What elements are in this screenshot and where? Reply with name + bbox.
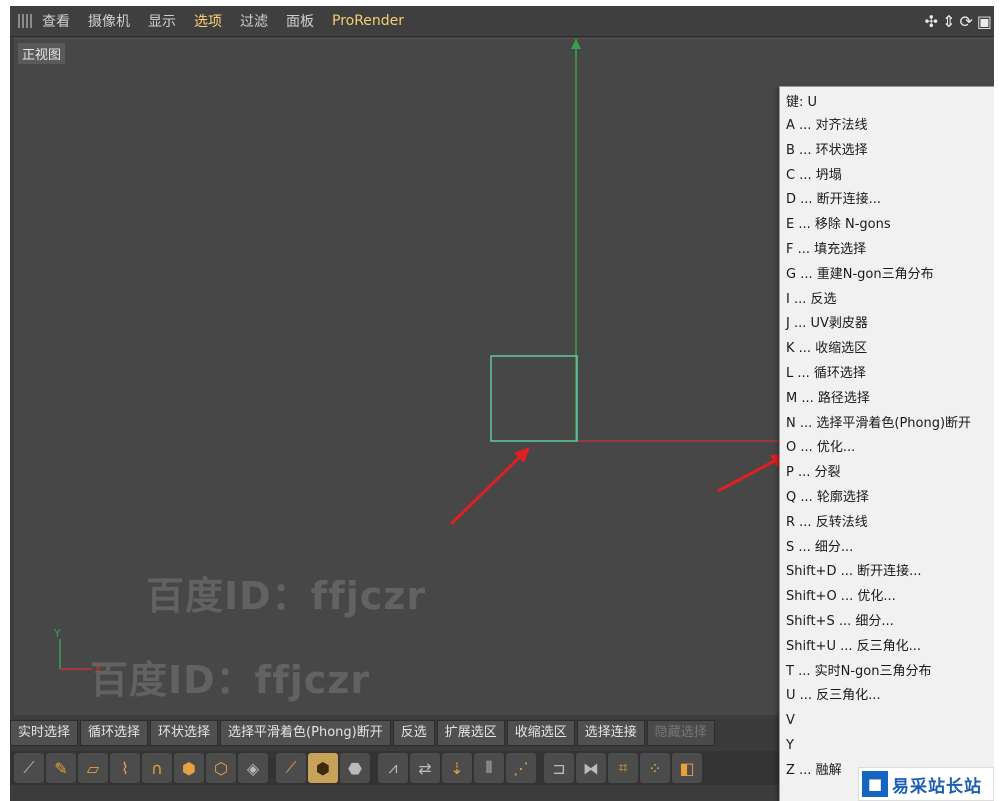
- selected-polygon[interactable]: [490, 355, 578, 442]
- grip-icon[interactable]: [18, 14, 32, 28]
- menu-display[interactable]: 显示: [148, 11, 176, 31]
- shortcut-item[interactable]: L ... 循环选择: [786, 363, 866, 385]
- extra-tool-icon[interactable]: ◧: [672, 753, 702, 783]
- rotate-view-icon[interactable]: ⟳: [959, 12, 972, 31]
- terrain-tool-icon[interactable]: ⩘: [378, 753, 408, 783]
- shortcut-item[interactable]: Q ... 轮廓选择: [786, 487, 869, 509]
- shortcut-item[interactable]: B ... 环状选择: [786, 140, 868, 162]
- move-view-icon[interactable]: ✣: [925, 12, 938, 31]
- selection-toolbar: 实时选择 循环选择 环状选择 选择平滑着色(Phong)断开 反选 扩展选区 收…: [10, 719, 780, 747]
- shortcut-item[interactable]: V: [786, 710, 795, 732]
- popup-key-title: 键: U: [786, 95, 818, 110]
- slide-tool-icon[interactable]: ⇣: [442, 753, 472, 783]
- line-tool-icon[interactable]: ⟋: [14, 753, 44, 783]
- shortcut-item[interactable]: Shift+O ... 优化...: [786, 586, 896, 608]
- shortcut-item[interactable]: P ... 分裂: [786, 462, 841, 484]
- ring-selection-button[interactable]: 环状选择: [150, 720, 219, 746]
- polygon-mode-icon[interactable]: ⬢: [308, 753, 338, 783]
- cube-tool-icon[interactable]: ◈: [238, 753, 268, 783]
- viewport-menubar: 查看 摄像机 显示 选项 过滤 面板 ProRender ✣ ⇕ ⟳ ▣: [10, 6, 994, 37]
- watermark-2: 百度ID：ffjczr: [90, 658, 371, 702]
- shortcut-item[interactable]: O ... 优化...: [786, 437, 855, 459]
- shortcut-item[interactable]: Shift+D ... 断开连接...: [786, 561, 922, 583]
- watermark-1: 百度ID：ffjczr: [146, 574, 427, 618]
- shortcut-item[interactable]: F ... 填充选择: [786, 239, 866, 261]
- shortcut-item[interactable]: Z ... 融解: [786, 760, 842, 782]
- shortcut-item[interactable]: E ... 移除 N-gons: [786, 214, 891, 236]
- site-logo-text: 易采站长站: [892, 776, 982, 797]
- site-logo-icon: ■: [862, 771, 888, 797]
- shortcut-item[interactable]: Shift+S ... 细分...: [786, 611, 894, 633]
- shortcut-item[interactable]: T ... 实时N-gon三角分布: [786, 661, 931, 683]
- mirror-tool-icon[interactable]: ⧓: [576, 753, 606, 783]
- menu-prorender[interactable]: ProRender: [332, 13, 404, 29]
- bridge-tool-icon[interactable]: ⊐: [544, 753, 574, 783]
- shortcut-item[interactable]: A ... 对齐法线: [786, 115, 868, 137]
- annotation-arrow-right: [717, 455, 783, 493]
- phong-break-selection-button[interactable]: 选择平滑着色(Phong)断开: [220, 720, 391, 746]
- shortcut-item[interactable]: I ... 反选: [786, 289, 837, 311]
- view-nav-icons: ✣ ⇕ ⟳ ▣: [925, 12, 992, 31]
- annotation-arrow-left: [449, 449, 528, 526]
- menu-options[interactable]: 选项: [194, 11, 222, 31]
- shortcut-popup: 键: U A ... 对齐法线 B ... 环状选择 C ... 坍塌 D ... 断…: [779, 86, 994, 801]
- zoom-view-icon[interactable]: ⇕: [942, 12, 955, 31]
- tools-toolbar: ⟋ ✎ ▱ ⌇ ∩ ⬢ ⬡ ◈ ⟋ ⬢ ⬣ ⩘ ⇄ ⇣ ⫴ ⋰ ⊐ ⧓ ⌗ ⁘ …: [10, 751, 780, 785]
- shortcut-item[interactable]: C ... 坍塌: [786, 165, 842, 187]
- shortcut-item[interactable]: J ... UV剥皮器: [786, 313, 868, 335]
- hide-selection-button[interactable]: 隐藏选择: [646, 720, 715, 746]
- shortcut-item[interactable]: G ... 重建N-gon三角分布: [786, 264, 934, 286]
- y-axis-arrowhead: [571, 39, 581, 49]
- grow-selection-button[interactable]: 扩展选区: [436, 720, 505, 746]
- flatten-tool-icon[interactable]: ▱: [78, 753, 108, 783]
- shortcut-item[interactable]: R ... 反转法线: [786, 512, 868, 534]
- live-selection-button[interactable]: 实时选择: [10, 720, 79, 746]
- shrink-selection-button[interactable]: 收缩选区: [506, 720, 575, 746]
- menu-filter[interactable]: 过滤: [240, 11, 268, 31]
- weld-tool-icon[interactable]: ⇄: [410, 753, 440, 783]
- site-logo: ■ 易采站长站: [858, 767, 994, 801]
- axis-tool-icon[interactable]: ⌗: [608, 753, 638, 783]
- shortcut-item[interactable]: U ... 反三角化...: [786, 685, 881, 707]
- gizmo-y-label: Y: [53, 627, 61, 640]
- dots-tool-icon[interactable]: ⋰: [506, 753, 536, 783]
- align-tool-icon[interactable]: ⫴: [474, 753, 504, 783]
- grid-points-tool-icon[interactable]: ⁘: [640, 753, 670, 783]
- knife-tool-icon[interactable]: ⌇: [110, 753, 140, 783]
- shortcut-item[interactable]: Shift+U ... 反三角化...: [786, 636, 921, 658]
- menu-view[interactable]: 查看: [42, 11, 70, 31]
- brush-tool-icon[interactable]: ✎: [46, 753, 76, 783]
- invert-selection-button[interactable]: 反选: [392, 720, 435, 746]
- cinema4d-window: 查看 摄像机 显示 选项 过滤 面板 ProRender ✣ ⇕ ⟳ ▣ 正视图…: [10, 6, 994, 801]
- magnet-tool-icon[interactable]: ∩: [142, 753, 172, 783]
- menu-panel[interactable]: 面板: [286, 11, 314, 31]
- bevel-tool-icon[interactable]: ⬡: [206, 753, 236, 783]
- maximize-view-icon[interactable]: ▣: [977, 12, 992, 31]
- sculpt-tool-icon[interactable]: ⟋: [276, 753, 306, 783]
- shortcut-item[interactable]: D ... 断开连接...: [786, 189, 881, 211]
- select-connected-button[interactable]: 选择连接: [576, 720, 645, 746]
- shortcut-item[interactable]: K ... 收缩选区: [786, 338, 867, 360]
- shortcut-item[interactable]: S ... 细分...: [786, 537, 853, 559]
- extrude-tool-icon[interactable]: ⬢: [174, 753, 204, 783]
- object-mode-icon[interactable]: ⬣: [340, 753, 370, 783]
- loop-selection-button[interactable]: 循环选择: [80, 720, 149, 746]
- shortcut-item[interactable]: M ... 路径选择: [786, 388, 870, 410]
- menu-camera[interactable]: 摄像机: [88, 11, 130, 31]
- shortcut-item[interactable]: N ... 选择平滑着色(Phong)断开: [786, 413, 971, 435]
- shortcut-item[interactable]: Y: [786, 735, 794, 757]
